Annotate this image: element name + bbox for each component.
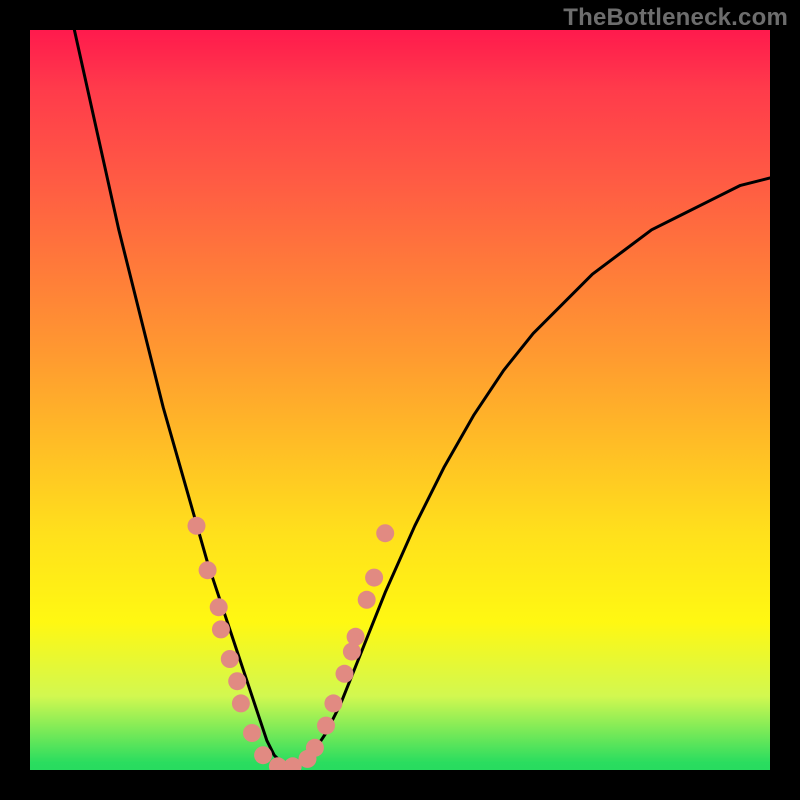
marker-dot	[221, 650, 239, 668]
marker-dot	[243, 724, 261, 742]
marker-dot	[317, 717, 335, 735]
watermark-text: TheBottleneck.com	[563, 4, 788, 32]
marker-dot	[199, 561, 217, 579]
marker-dot	[347, 628, 365, 646]
curve-svg	[30, 30, 770, 770]
marker-dot	[365, 569, 383, 587]
plot-area	[30, 30, 770, 770]
marker-dot	[228, 672, 246, 690]
chart-container: TheBottleneck.com	[0, 0, 800, 800]
marker-dot	[336, 665, 354, 683]
marker-dot	[306, 739, 324, 757]
bottleneck-curve	[74, 30, 770, 766]
marker-dot	[210, 598, 228, 616]
marker-dot	[254, 746, 272, 764]
marker-dot	[358, 591, 376, 609]
marker-dot	[324, 694, 342, 712]
marker-dot	[212, 620, 230, 638]
marker-dot	[232, 694, 250, 712]
marker-dot	[376, 524, 394, 542]
marker-dot	[188, 517, 206, 535]
